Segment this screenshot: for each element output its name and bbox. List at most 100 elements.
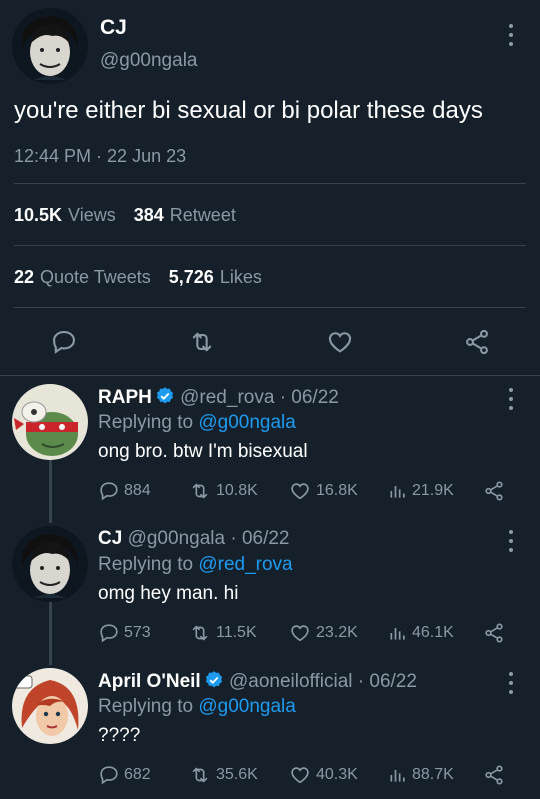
reply-icon: [100, 624, 118, 643]
quotes-label[interactable]: Quote Tweets: [40, 267, 151, 287]
retweet-count-button[interactable]: 10.8K: [188, 478, 258, 504]
retweets-label[interactable]: Retweet: [170, 205, 236, 225]
reply-header: RAPH @red_rova · 06/22: [98, 386, 339, 409]
more-icon[interactable]: [508, 24, 514, 46]
retweet-count: 10.8K: [216, 482, 258, 499]
like-count: 40.3K: [316, 766, 358, 783]
reply-header: April O'Neil @aoneilofficial · 06/22: [98, 670, 417, 693]
reply-count-button[interactable]: 884: [98, 478, 151, 504]
reply-avatar[interactable]: [12, 526, 88, 602]
like-count-button[interactable]: 40.3K: [288, 762, 358, 788]
reply-date: · 06/22: [230, 528, 290, 549]
views-count: 10.5K: [14, 205, 63, 225]
reply-count-button[interactable]: 682: [98, 762, 151, 788]
reply-avatar[interactable]: [12, 668, 88, 744]
more-icon[interactable]: [508, 672, 514, 694]
views-count-button[interactable]: 88.7K: [388, 762, 454, 788]
share-icon[interactable]: [482, 620, 506, 646]
divider: [0, 375, 540, 376]
verified-badge-icon: [156, 387, 173, 404]
retweet-icon[interactable]: [185, 322, 219, 362]
replying-label: Replying to: [98, 412, 194, 433]
like-count-button[interactable]: 16.8K: [288, 478, 358, 504]
more-icon[interactable]: [508, 530, 514, 552]
retweet-icon: [192, 483, 208, 499]
heart-icon: [291, 767, 309, 784]
replying-to: Replying to @red_rova: [98, 554, 293, 576]
reply-tweet[interactable]: CJ @g00ngala · 06/22 Replying to @red_ro…: [0, 526, 540, 656]
like-count: 23.2K: [316, 624, 358, 641]
reply-avatar[interactable]: [12, 384, 88, 460]
author-handle[interactable]: @g00ngala: [100, 50, 197, 72]
quotes-count[interactable]: 22: [14, 267, 34, 287]
author-avatar[interactable]: [12, 8, 88, 84]
replying-to: Replying to @g00ngala: [98, 696, 296, 718]
reply-count: 682: [124, 766, 151, 783]
tweet-text: you're either bi sexual or bi polar thes…: [14, 97, 483, 124]
reply-text: ????: [98, 725, 141, 746]
like-count: 16.8K: [316, 482, 358, 499]
reply-icon[interactable]: [47, 322, 81, 362]
divider: [14, 183, 526, 184]
divider: [14, 307, 526, 308]
views-retweets-stats: 10.5K Views 384 Retweet: [14, 205, 236, 226]
reply-handle[interactable]: @aoneilofficial: [229, 671, 353, 692]
reply-count-button[interactable]: 573: [98, 620, 151, 646]
reply-metrics: 573 11.5K 23.2K 46.1K: [98, 620, 518, 646]
views-icon: [390, 770, 405, 782]
share-icon[interactable]: [482, 762, 506, 788]
replying-to-link[interactable]: @g00ngala: [198, 696, 295, 717]
reply-author-name[interactable]: April O'Neil: [98, 671, 201, 692]
heart-icon: [291, 483, 309, 500]
views-count: 21.9K: [412, 482, 454, 499]
reply-icon: [100, 766, 118, 785]
reply-handle[interactable]: @g00ngala: [128, 528, 225, 549]
views-label: Views: [68, 205, 116, 225]
reply-author-name[interactable]: RAPH: [98, 387, 152, 408]
reply-author-name[interactable]: CJ: [98, 528, 122, 549]
reply-header: CJ @g00ngala · 06/22: [98, 528, 290, 550]
views-count: 46.1K: [412, 624, 454, 641]
retweet-icon: [192, 767, 208, 783]
reply-text: ong bro. btw I'm bisexual: [98, 441, 308, 462]
reply-count: 884: [124, 482, 151, 499]
tweet-action-bar: [0, 322, 540, 362]
reply-tweet[interactable]: April O'Neil @aoneilofficial · 06/22 Rep…: [0, 668, 540, 798]
retweets-count[interactable]: 384: [134, 205, 164, 225]
heart-icon[interactable]: [323, 322, 357, 362]
reply-date: · 06/22: [279, 387, 339, 408]
reply-count: 573: [124, 624, 151, 641]
like-count-button[interactable]: 23.2K: [288, 620, 358, 646]
retweet-count-button[interactable]: 35.6K: [188, 762, 258, 788]
replying-label: Replying to: [98, 554, 194, 575]
divider: [14, 245, 526, 246]
reply-text: omg hey man. hi: [98, 583, 239, 604]
author-name[interactable]: CJ: [100, 16, 127, 40]
reply-icon: [100, 482, 118, 501]
share-icon[interactable]: [460, 322, 494, 362]
verified-badge-icon: [205, 671, 222, 688]
retweet-count: 11.5K: [216, 624, 257, 641]
likes-count[interactable]: 5,726: [169, 267, 214, 287]
views-icon: [390, 628, 405, 640]
more-icon[interactable]: [508, 388, 514, 410]
views-count-button[interactable]: 46.1K: [388, 620, 454, 646]
tweet-timestamp: 12:44 PM · 22 Jun 23: [14, 146, 187, 166]
reply-metrics: 884 10.8K 16.8K 21.9K: [98, 478, 518, 504]
retweet-icon: [192, 625, 208, 641]
replying-to-link[interactable]: @red_rova: [198, 554, 292, 575]
reply-handle[interactable]: @red_rova: [180, 387, 274, 408]
replying-to-link[interactable]: @g00ngala: [198, 412, 295, 433]
reply-date: · 06/22: [357, 671, 417, 692]
retweet-count-button[interactable]: 11.5K: [188, 620, 257, 646]
views-count-button[interactable]: 21.9K: [388, 478, 454, 504]
likes-label[interactable]: Likes: [220, 267, 262, 287]
views-icon: [390, 486, 405, 498]
retweet-count: 35.6K: [216, 766, 258, 783]
replying-label: Replying to: [98, 696, 194, 717]
quotes-likes-stats: 22 Quote Tweets 5,726 Likes: [14, 267, 262, 288]
reply-tweet[interactable]: RAPH @red_rova · 06/22 Replying to @g00n…: [0, 384, 540, 514]
heart-icon: [291, 625, 309, 642]
replying-to: Replying to @g00ngala: [98, 412, 296, 434]
share-icon[interactable]: [482, 478, 506, 504]
